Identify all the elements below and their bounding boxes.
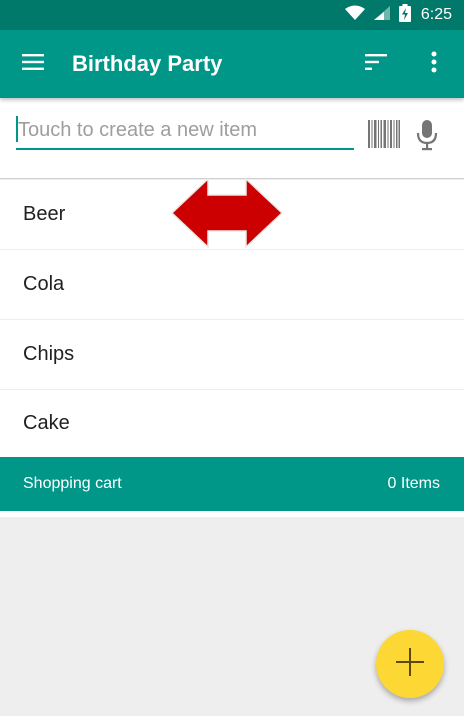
more-vert-icon (431, 51, 437, 78)
item-label: Beer (23, 203, 66, 225)
new-item-input[interactable] (16, 112, 354, 150)
signal-icon (373, 5, 391, 26)
item-label: Cake (23, 412, 70, 434)
add-icon (395, 647, 425, 682)
wifi-icon (344, 5, 365, 26)
cart-item-count: 0 Items (387, 475, 440, 492)
item-label: Chips (23, 343, 75, 365)
item-label: Cola (23, 273, 65, 295)
status-time: 6:25 (420, 6, 452, 23)
cart-label: Shopping cart (23, 475, 122, 492)
text-cursor (16, 116, 18, 142)
mic-icon (414, 120, 440, 156)
add-item-fab[interactable] (376, 630, 444, 698)
menu-icon (22, 53, 44, 75)
sort-icon (365, 53, 387, 75)
menu-button[interactable] (16, 48, 50, 80)
swipe-hint-arrow-icon (170, 177, 284, 249)
toolbar: Birthday Party (0, 30, 464, 98)
list-item-chips[interactable]: Chips (0, 320, 464, 390)
sort-button[interactable] (356, 48, 396, 80)
status-icons: 6:25 (344, 0, 452, 30)
battery-charging-icon (398, 3, 411, 27)
barcode-scan-button[interactable] (368, 120, 400, 148)
cart-list-area (0, 511, 464, 517)
barcode-icon (368, 120, 400, 152)
new-item-bar (0, 98, 464, 179)
more-options-button[interactable] (418, 48, 450, 80)
list-item-cola[interactable]: Cola (0, 250, 464, 320)
list-item-cake[interactable]: Cake (0, 390, 464, 457)
status-bar: 6:25 (0, 0, 464, 30)
voice-input-button[interactable] (414, 118, 440, 152)
shopping-cart-bar[interactable]: Shopping cart 0 Items (0, 457, 464, 511)
list-title: Birthday Party (72, 51, 223, 76)
app-screen: 6:25 Birthday Party Touch to create a ne… (0, 0, 464, 716)
